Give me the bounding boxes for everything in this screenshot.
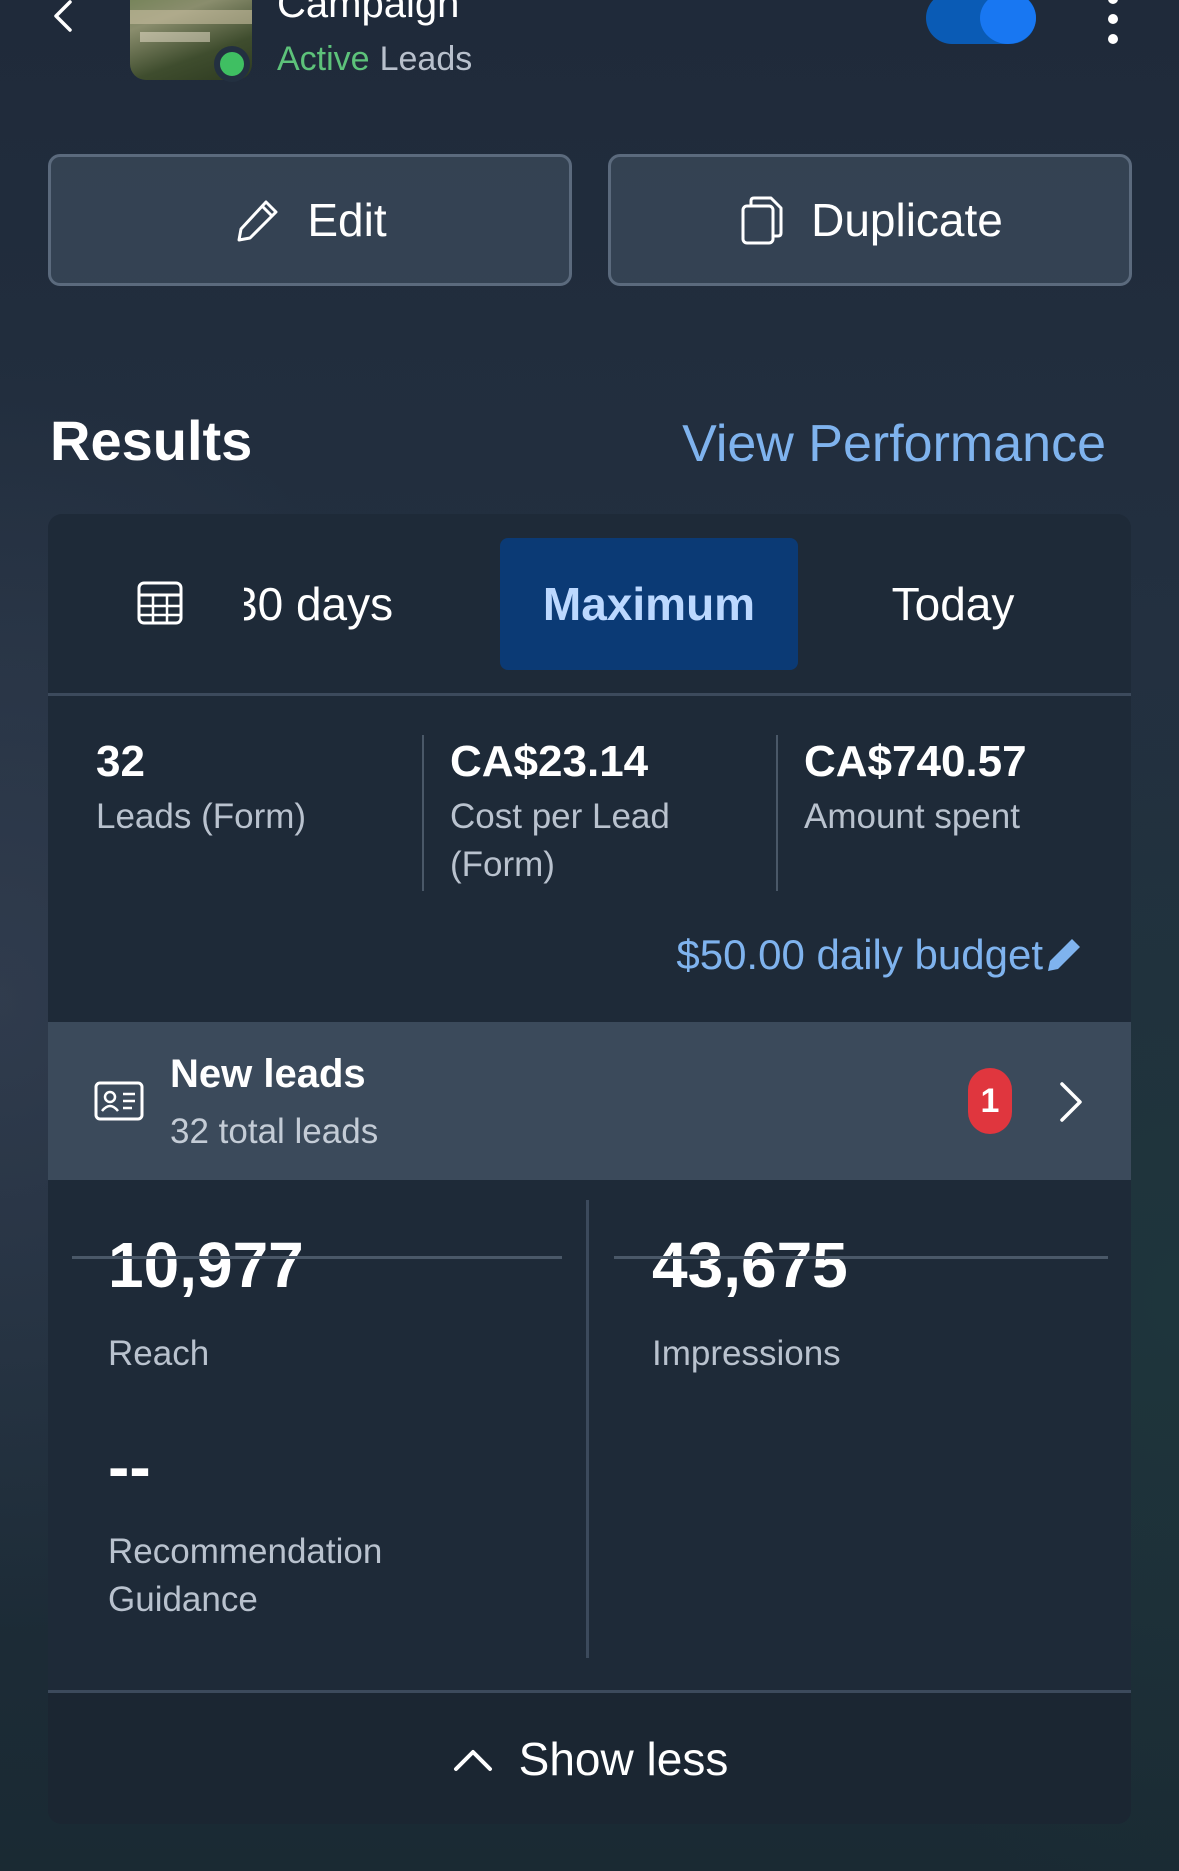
metric-recommendation[interactable]: -- Recommendation Guidance <box>108 1430 448 1624</box>
pencil-icon <box>237 200 278 242</box>
metric-reach[interactable]: 10,977 Reach <box>108 1228 304 1378</box>
stat-spent-label: Amount spent <box>804 797 1020 836</box>
chevron-up-icon <box>453 1749 492 1771</box>
stat-leads-label: Leads (Form) <box>96 797 307 836</box>
edit-label: Edit <box>307 194 387 246</box>
chevron-left-icon <box>54 0 72 32</box>
show-less-button[interactable]: Show less <box>48 1690 1131 1824</box>
daily-budget-label: $50.00 daily budget <box>676 931 1043 978</box>
copy-icon <box>741 196 783 245</box>
notification-badge: 1 <box>968 1068 1012 1134</box>
results-heading: Results <box>50 409 253 472</box>
stat-cost-value: CA$23.14 <box>450 737 649 786</box>
stat-spent-value: CA$740.57 <box>804 737 1027 786</box>
chevron-right-icon <box>1060 1082 1082 1122</box>
divider <box>422 735 424 891</box>
impressions-value: 43,675 <box>652 1229 848 1301</box>
campaign-toggle[interactable] <box>926 0 1036 44</box>
calendar-icon[interactable] <box>136 578 184 626</box>
objective-label: Leads <box>379 40 473 78</box>
date-range-tabs: 30 days Maximum Today <box>48 514 1131 696</box>
duplicate-label: Duplicate <box>811 194 1003 246</box>
status-label: Active <box>277 40 370 78</box>
recommendation-label: Recommendation Guidance <box>108 1532 383 1619</box>
more-options-button[interactable] <box>1100 0 1126 44</box>
divider <box>614 1256 1108 1259</box>
campaign-subtitle: Active Leads <box>277 40 472 79</box>
impressions-label: Impressions <box>652 1334 841 1373</box>
new-leads-count: 32 total leads <box>170 1112 379 1151</box>
view-performance-link[interactable]: View Performance <box>682 414 1106 474</box>
edit-button[interactable]: Edit <box>48 154 572 286</box>
metric-impressions[interactable]: 43,675 Impressions <box>652 1228 848 1378</box>
reach-label: Reach <box>108 1334 210 1373</box>
new-leads-row[interactable]: New leads 32 total leads 1 <box>48 1022 1131 1180</box>
stat-cost-label: Cost per Lead (Form) <box>450 797 670 884</box>
duplicate-button[interactable]: Duplicate <box>608 154 1132 286</box>
campaign-header: Campaign Active Leads <box>0 0 1179 120</box>
edit-pencil-icon <box>1048 939 1080 971</box>
stat-leads-value: 32 <box>96 737 145 786</box>
reach-value: 10,977 <box>108 1229 304 1301</box>
new-leads-title: New leads <box>170 1052 366 1096</box>
recommendation-value: -- <box>108 1431 151 1503</box>
summary-stats: 32 Leads (Form) CA$23.14 Cost per Lead (… <box>48 699 1131 1019</box>
divider <box>776 735 778 891</box>
stat-leads[interactable]: 32 Leads (Form) <box>96 737 396 841</box>
daily-budget-link[interactable]: $50.00 daily budget <box>676 931 1083 979</box>
back-button[interactable] <box>44 0 84 40</box>
divider <box>586 1200 589 1658</box>
tab-today[interactable]: Today <box>828 538 1078 670</box>
results-card: 30 days Maximum Today 32 Leads (Form) CA… <box>48 514 1131 1824</box>
toggle-knob <box>980 0 1036 44</box>
contact-card-icon <box>94 1081 144 1121</box>
active-status-dot <box>214 46 250 82</box>
tab-maximum[interactable]: Maximum <box>500 538 798 670</box>
tab-30-days-label: 30 days <box>244 578 394 630</box>
show-less-label: Show less <box>518 1732 729 1785</box>
stat-amount-spent[interactable]: CA$740.57 Amount spent <box>804 737 1124 841</box>
stat-cost-per-lead[interactable]: CA$23.14 Cost per Lead (Form) <box>450 737 750 889</box>
campaign-title: Campaign <box>277 0 460 26</box>
divider <box>72 1256 562 1259</box>
tab-30-days[interactable]: 30 days <box>244 538 494 670</box>
